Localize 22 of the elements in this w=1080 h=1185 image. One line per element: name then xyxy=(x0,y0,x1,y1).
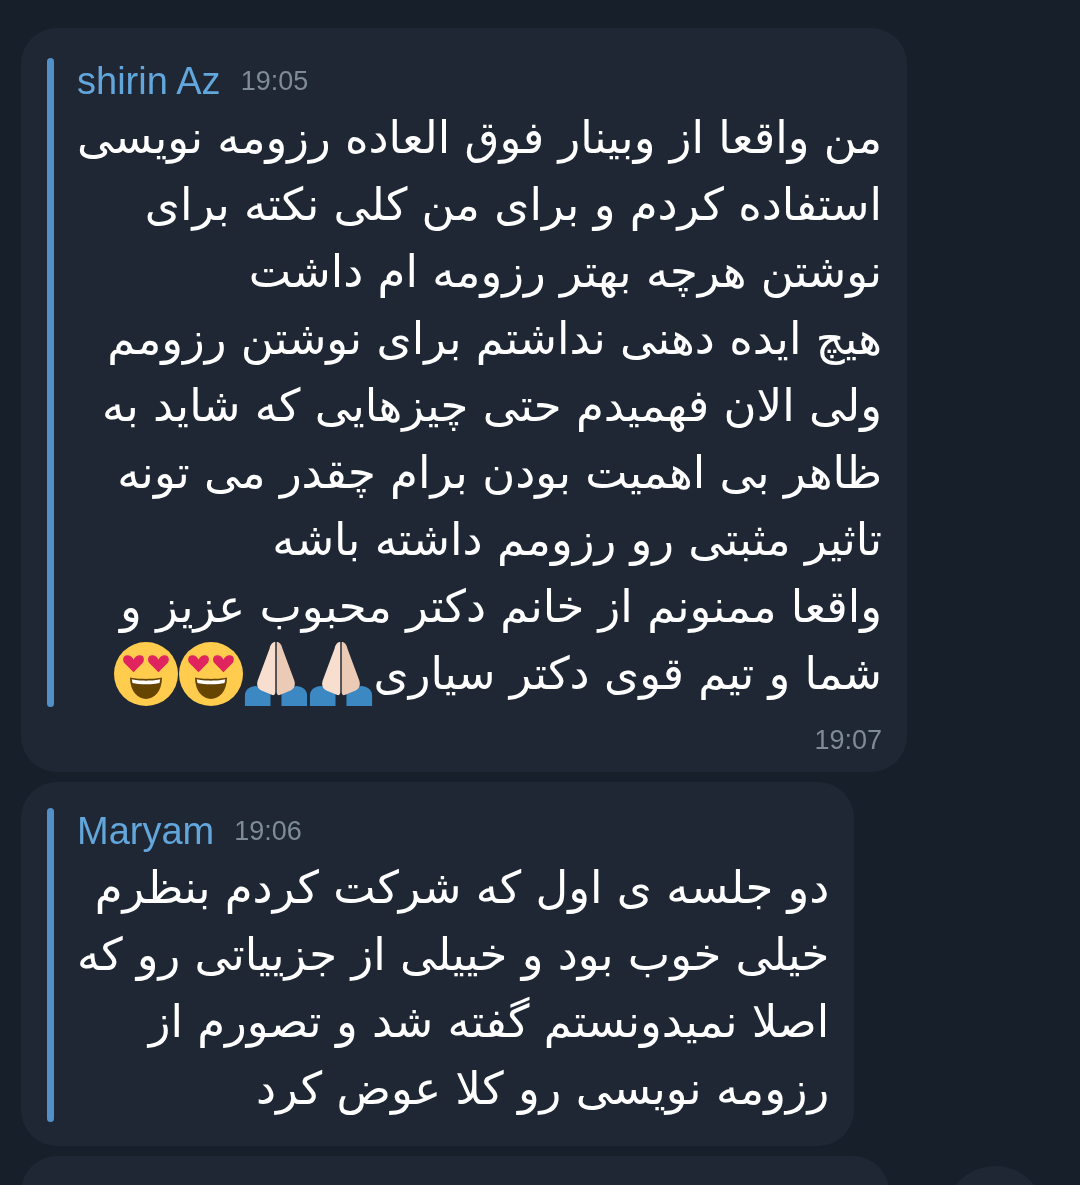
message-text-line: اصلا نمیدونستم گفته شد و تصورم از xyxy=(148,994,830,1050)
message-text-line: رزومه نویسی رو کلا عوض کرد xyxy=(255,1061,830,1117)
heart-eyes-face-icon xyxy=(178,641,243,706)
message-text-line: ولی الان فهمیدم حتی چیزهایی که شاید به xyxy=(102,378,883,434)
message-text-line: هیچ ایده دهنی نداشتم برای نوشتن رزومم xyxy=(107,311,883,367)
message-text-line: نوشتن هرچه بهتر رزومه ام داشت xyxy=(248,244,883,300)
sender-name: shirin Az xyxy=(77,59,221,103)
message-text-line: ظاهر بی اهمیت بودن برام چقدر می تونه xyxy=(117,445,883,501)
message-text-line: استفاده کردم و برای من کلی نکته برای xyxy=(144,177,883,233)
praying-hands-icon xyxy=(243,641,308,706)
sent-time: 19:05 xyxy=(240,65,309,97)
message-time: 19:07 xyxy=(814,724,883,757)
sent-time: 19:06 xyxy=(234,815,302,847)
message-text-line: تاثیر مثبتی رو رزومم داشته باشه xyxy=(272,512,883,568)
message-text-line: خیلی خوب بود و خییلی از جزییاتی رو که xyxy=(77,927,830,983)
sender-name: Maryam xyxy=(77,809,215,853)
heart-eyes-face-icon xyxy=(113,641,178,706)
message-text-line: من واقعا از وبینار فوق العاده رزومه نویسی xyxy=(77,110,883,166)
message-text-line: دو جلسه ی اول که شرکت کردم بنظرم xyxy=(94,860,830,916)
praying-hands-icon xyxy=(308,641,373,706)
message-text-line: شما و تیم قوی دکتر سیاری xyxy=(373,646,883,702)
message-text-line: واقعا ممنونم از خانم دکتر محبوب عزیز و xyxy=(120,579,883,635)
